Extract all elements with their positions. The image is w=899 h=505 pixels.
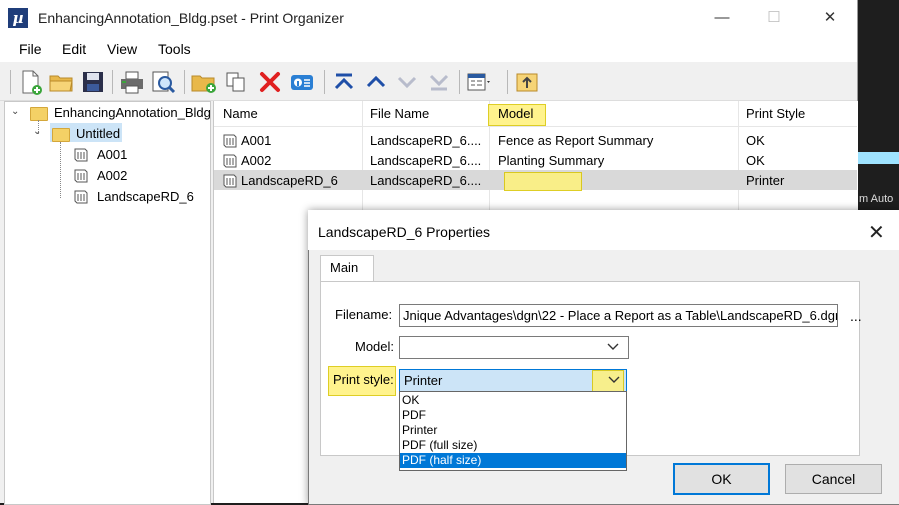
toolbar-separator — [324, 70, 325, 94]
sheet-icon — [74, 190, 88, 204]
row-model: Fence as Report Summary — [498, 133, 654, 148]
column-header-model[interactable]: Model — [498, 106, 533, 121]
row-style: OK — [746, 153, 765, 168]
print-preview-icon[interactable] — [149, 68, 177, 96]
background-text: m Auto — [859, 193, 894, 205]
tree-item-landscaperd6[interactable]: LandscapeRD_6 — [97, 189, 194, 204]
add-folder-icon[interactable] — [190, 68, 218, 96]
row-style: OK — [746, 133, 765, 148]
expand-chevron-icon[interactable]: ⌄ — [33, 126, 41, 137]
row-file: LandscapeRD_6.... — [370, 153, 482, 168]
minimize-button[interactable]: — — [712, 8, 732, 28]
sheet-icon — [223, 154, 237, 168]
move-top-icon[interactable] — [330, 68, 358, 96]
dialog-close-button[interactable]: ✕ — [868, 220, 885, 245]
option-pdf-full-size[interactable]: PDF (full size) — [400, 438, 626, 453]
model-select[interactable] — [399, 336, 629, 359]
tree-root[interactable]: EnhancingAnnotation_Bldg — [54, 105, 211, 120]
move-up-icon[interactable] — [362, 68, 390, 96]
row-file: LandscapeRD_6.... — [370, 133, 482, 148]
option-ok[interactable]: OK — [400, 393, 626, 408]
option-printer[interactable]: Printer — [400, 423, 626, 438]
open-icon[interactable] — [47, 68, 75, 96]
print-icon[interactable] — [118, 68, 146, 96]
menu-view[interactable]: View — [107, 41, 137, 57]
properties-icon[interactable] — [288, 68, 316, 96]
tab-main-label: Main — [330, 260, 359, 275]
row-name[interactable]: A002 — [241, 153, 271, 168]
model-label: Model: — [355, 339, 395, 354]
dialog-title: LandscapeRD_6 Properties — [318, 224, 490, 240]
maximize-button[interactable]: ☐ — [764, 8, 784, 28]
row-name[interactable]: A001 — [241, 133, 271, 148]
column-header-print-style[interactable]: Print Style — [746, 106, 805, 121]
expand-chevron-icon[interactable]: ⌄ — [11, 106, 19, 117]
view-options-icon[interactable] — [465, 68, 493, 96]
menu-edit[interactable]: Edit — [62, 41, 86, 57]
toolbar-grip — [10, 70, 11, 94]
toolbar-separator — [459, 70, 460, 94]
print-style-value: Printer — [404, 373, 443, 388]
toolbar-separator — [184, 70, 185, 94]
browse-button[interactable]: ... — [850, 308, 862, 324]
row-model: Planting Summary — [498, 153, 605, 168]
folder-icon — [30, 107, 48, 121]
toolbar-separator — [112, 70, 113, 94]
tree-folder-untitled[interactable]: Untitled — [76, 126, 120, 141]
row-file: LandscapeRD_6.... — [370, 173, 482, 188]
move-down-icon[interactable] — [393, 68, 421, 96]
menu-tools[interactable]: Tools — [158, 41, 191, 57]
tree-item-a001[interactable]: A001 — [97, 147, 127, 162]
sheet-icon — [74, 148, 88, 162]
window-title: EnhancingAnnotation_Bldg.pset - Print Or… — [38, 10, 344, 26]
filename-label: Filename: — [335, 307, 393, 322]
column-header-name[interactable]: Name — [223, 106, 258, 121]
menu-file[interactable]: File — [19, 41, 42, 57]
option-pdf-half-size[interactable]: PDF (half size) — [400, 453, 626, 468]
sheet-icon — [223, 134, 237, 148]
folder-icon — [52, 128, 70, 142]
option-pdf[interactable]: PDF — [400, 408, 626, 423]
model-cell-highlight — [504, 172, 582, 191]
move-bottom-icon[interactable] — [425, 68, 453, 96]
ok-button[interactable]: OK — [673, 463, 770, 495]
print-style-label: Print style: — [333, 372, 394, 387]
column-header-file-name[interactable]: File Name — [370, 106, 429, 121]
close-button[interactable]: ✕ — [820, 8, 840, 28]
sheet-icon — [74, 169, 88, 183]
cancel-button[interactable]: Cancel — [785, 464, 882, 494]
save-icon[interactable] — [79, 68, 107, 96]
sheet-icon — [223, 174, 237, 188]
tree-item-a002[interactable]: A002 — [97, 168, 127, 183]
new-icon[interactable] — [16, 68, 44, 96]
row-name[interactable]: LandscapeRD_6 — [241, 173, 338, 188]
copy-icon[interactable] — [222, 68, 250, 96]
background-strip — [858, 152, 899, 164]
chevron-down-icon[interactable] — [608, 375, 620, 384]
app-icon: µ — [8, 8, 28, 28]
export-icon[interactable] — [513, 68, 541, 96]
delete-icon[interactable] — [256, 68, 284, 96]
toolbar-separator — [507, 70, 508, 94]
filename-field[interactable]: Jnique Advantages\dgn\22 - Place a Repor… — [399, 304, 838, 327]
row-style: Printer — [746, 173, 785, 188]
chevron-down-icon — [607, 343, 619, 350]
